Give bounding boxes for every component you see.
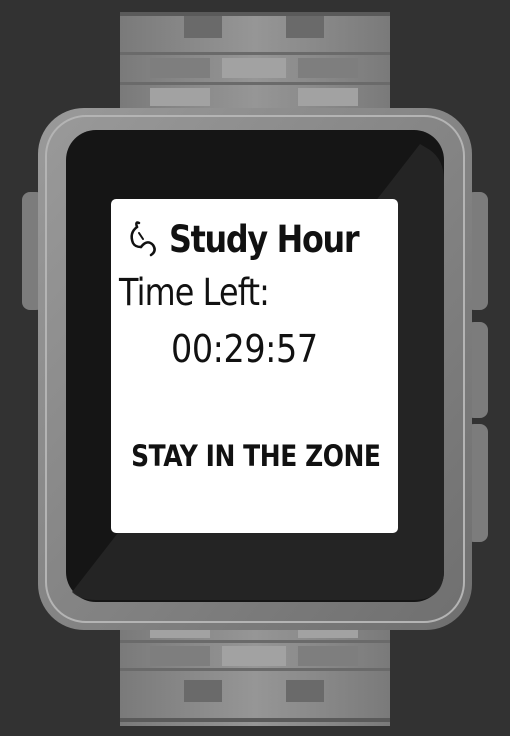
stopwatch-icon: [125, 217, 163, 261]
time-left-label: Time Left:: [119, 271, 270, 314]
motivation-message: STAY IN THE ZONE: [131, 439, 381, 473]
app-title: Study Hour: [169, 217, 360, 261]
watch-emulator: Study Hour Time Left: 00:29:57 STAY IN T…: [0, 0, 510, 736]
top-watch-band: [120, 12, 390, 117]
countdown-display: 00:29:57: [171, 327, 318, 371]
watch-screen: Study Hour Time Left: 00:29:57 STAY IN T…: [111, 199, 398, 533]
title-row: Study Hour: [125, 209, 389, 269]
